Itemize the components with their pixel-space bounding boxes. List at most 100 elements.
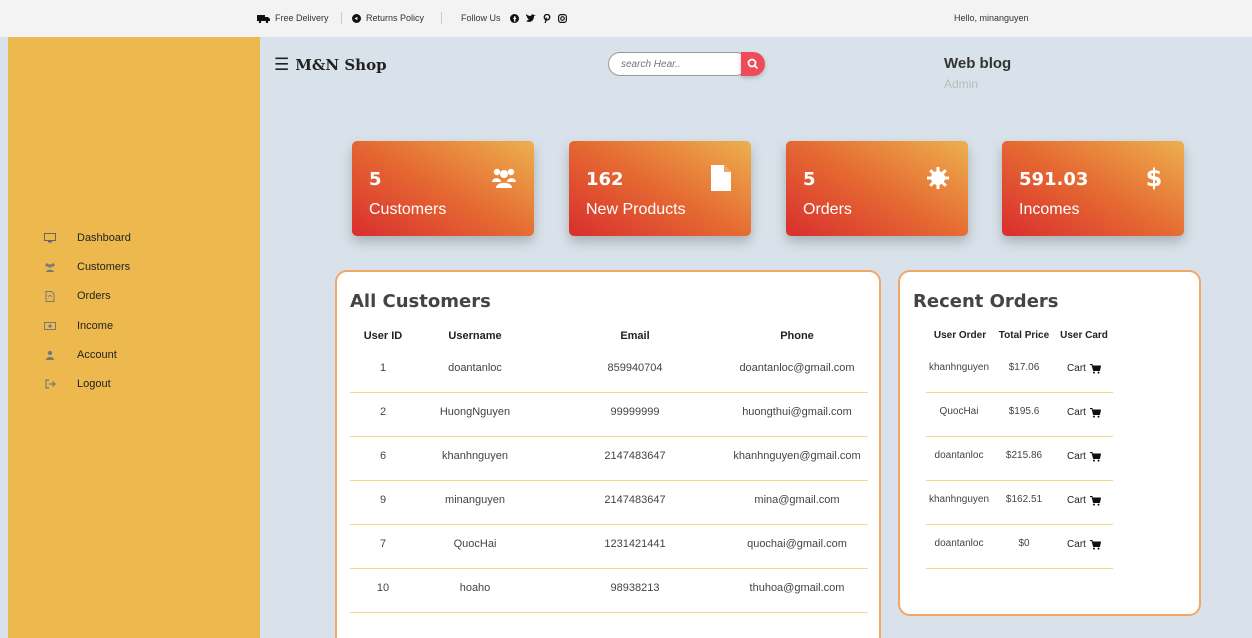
returns-policy-link[interactable]: Returns Policy (352, 13, 424, 23)
cell-phone: khanhnguyen@gmail.com (733, 450, 861, 462)
user-greeting[interactable]: Hello, minanguyen (954, 13, 1029, 23)
cart-label: Cart (1067, 451, 1086, 462)
file-icon (708, 165, 734, 191)
sidebar-item-label: Logout (77, 378, 111, 390)
cell-phone: huongthui@gmail.com (742, 406, 852, 418)
free-delivery-link[interactable]: Free Delivery (257, 13, 329, 23)
table-row[interactable]: 2 HuongNguyen 99999999 huongthui@gmail.c… (350, 393, 868, 437)
cell-user-order: QuocHai (939, 406, 979, 417)
monitor-icon (44, 233, 56, 243)
brand[interactable]: ☰ M&N Shop (274, 55, 387, 75)
table-row[interactable]: 7 QuocHai 1231421441 quochai@gmail.com (350, 525, 868, 569)
sidebar-item-orders[interactable]: Orders (44, 290, 111, 302)
order-row[interactable]: khanhnguyen $17.06 Cart (926, 349, 1113, 393)
sidebar-item-label: Dashboard (77, 232, 131, 244)
cart-button[interactable]: Cart (1056, 538, 1112, 550)
stat-value: 162 (586, 169, 624, 190)
cell-phone: thuhoa@gmail.com (749, 582, 845, 594)
table-row[interactable]: 1 doantanloc 859940704 doantanloc@gmail.… (350, 349, 868, 393)
cart-label: Cart (1067, 495, 1086, 506)
order-row[interactable]: doantanloc $215.86 Cart (926, 437, 1113, 481)
cell-total-price: $17.06 (1008, 362, 1040, 373)
table-row[interactable]: 6 khanhnguyen 2147483647 khanhnguyen@gma… (350, 437, 868, 481)
cart-button[interactable]: Cart (1056, 406, 1112, 418)
cell-user-id: 7 (379, 538, 387, 550)
cell-user-order: doantanloc (934, 538, 984, 549)
column-header: User ID (363, 330, 403, 342)
sidebar-item-label: Income (77, 320, 114, 332)
cart-icon (1089, 539, 1101, 550)
user-icon (44, 350, 56, 360)
cart-label: Cart (1067, 363, 1086, 374)
order-row[interactable]: doantanloc $0 Cart (926, 525, 1113, 569)
sidebar-item-income[interactable]: Income (44, 320, 113, 332)
cell-email: 2147483647 (604, 494, 666, 506)
sidebar-item-logout[interactable]: Logout (44, 378, 111, 390)
cell-username: minanguyen (445, 494, 505, 506)
cell-email: 859940704 (607, 362, 663, 374)
cell-phone: quochai@gmail.com (747, 538, 847, 550)
cell-username: doantanloc (448, 362, 502, 374)
users-icon (491, 165, 517, 191)
order-row[interactable]: QuocHai $195.6 Cart (926, 393, 1113, 437)
twitter-icon[interactable] (525, 13, 536, 23)
stat-value: 5 (369, 169, 382, 190)
divider (441, 12, 442, 24)
cell-user-id: 6 (379, 450, 387, 462)
recent-orders-panel: Recent Orders User Order Total Price Use… (898, 270, 1201, 616)
table-row[interactable]: 9 minanguyen 2147483647 mina@gmail.com (350, 481, 868, 525)
sidebar-item-customers[interactable]: Customers (44, 261, 130, 273)
stat-label: Customers (369, 201, 447, 218)
instagram-icon[interactable] (557, 13, 567, 23)
stat-card-customers[interactable]: 5 Customers (352, 141, 534, 236)
blog-subtitle: Admin (944, 77, 979, 91)
cart-button[interactable]: Cart (1056, 450, 1112, 462)
cell-total-price: $162.51 (1005, 494, 1043, 505)
dollar-icon: $ (1145, 164, 1163, 192)
cart-icon (1089, 495, 1101, 506)
stat-label: New Products (586, 201, 686, 218)
stat-label: Incomes (1019, 201, 1080, 218)
cell-email: 98938213 (610, 582, 660, 594)
hamburger-menu-icon[interactable]: ☰ (274, 55, 289, 75)
order-row[interactable]: khanhnguyen $162.51 Cart (926, 481, 1113, 525)
cart-button[interactable]: Cart (1056, 362, 1112, 374)
cell-phone: doantanloc@gmail.com (739, 362, 855, 374)
facebook-icon[interactable] (509, 13, 519, 23)
cell-username: hoaho (459, 582, 491, 594)
search-button[interactable] (741, 52, 765, 76)
cell-total-price: $215.86 (1005, 450, 1043, 461)
cell-email: 2147483647 (604, 450, 666, 462)
pinterest-icon[interactable] (543, 13, 551, 23)
cell-username: QuocHai (453, 538, 497, 550)
sidebar-item-dashboard[interactable]: Dashboard (44, 232, 131, 244)
search-bar (608, 52, 765, 76)
stat-card-incomes[interactable]: 591.03 Incomes $ (1002, 141, 1184, 236)
sidebar-item-account[interactable]: Account (44, 349, 117, 361)
cart-label: Cart (1067, 539, 1086, 550)
cell-user-id: 10 (376, 582, 390, 594)
sidebar-item-label: Customers (77, 261, 131, 273)
stat-value: 591.03 (1019, 169, 1089, 190)
cart-button[interactable]: Cart (1056, 494, 1112, 506)
returns-policy-label: Returns Policy (366, 13, 425, 23)
blog-title[interactable]: Web blog (944, 55, 1011, 72)
column-header: Username (448, 330, 502, 342)
cell-username: khanhnguyen (441, 450, 509, 462)
stat-card-new-products[interactable]: 162 New Products (569, 141, 751, 236)
users-icon (44, 262, 56, 272)
follow-us-label: Follow Us (461, 13, 501, 23)
all-customers-panel: All Customers User ID Username Email Pho… (335, 270, 881, 638)
logout-icon (44, 379, 56, 389)
search-input[interactable] (608, 52, 748, 76)
stat-card-orders[interactable]: 5 Orders (786, 141, 968, 236)
cell-user-order: khanhnguyen (928, 494, 990, 505)
column-header: User Card (1060, 330, 1108, 341)
top-bar: Free Delivery Returns Policy Follow Us H… (0, 0, 1252, 37)
stat-value: 5 (803, 169, 816, 190)
follow-us: Follow Us (461, 13, 567, 23)
panel-title: Recent Orders (913, 291, 1059, 312)
table-row[interactable]: 10 hoaho 98938213 thuhoa@gmail.com (350, 569, 868, 613)
cell-user-id: 9 (379, 494, 387, 506)
cart-label: Cart (1067, 407, 1086, 418)
